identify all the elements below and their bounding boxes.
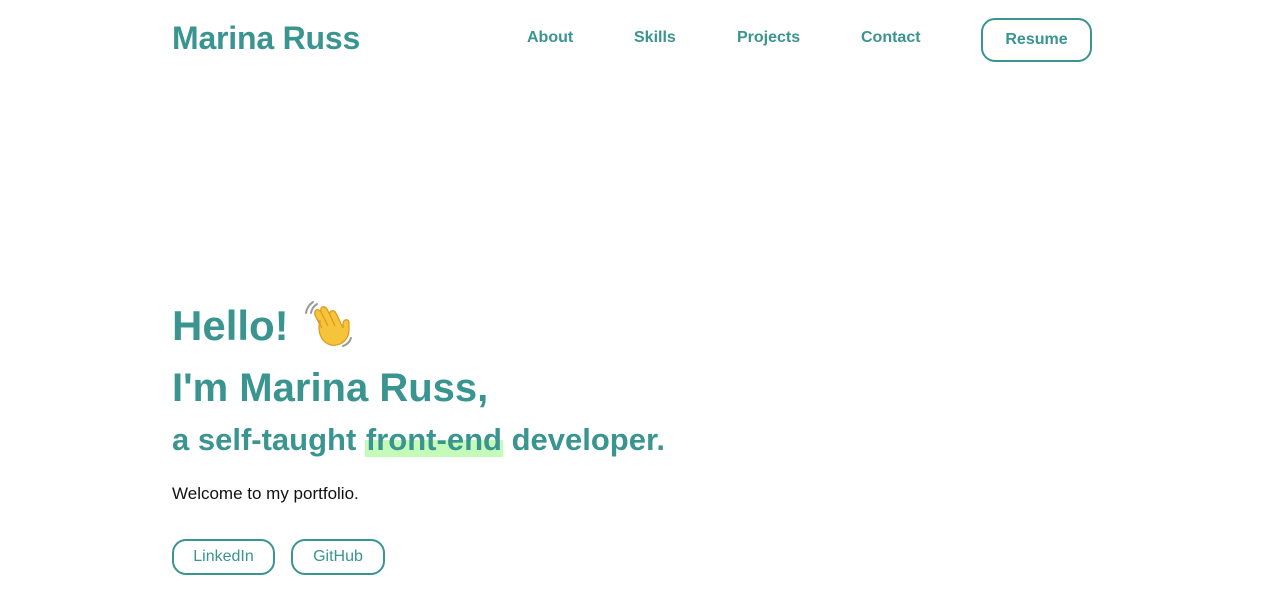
nav-link-about[interactable]: About xyxy=(527,29,573,47)
nav-link-projects[interactable]: Projects xyxy=(737,29,800,47)
tagline-suffix: developer. xyxy=(511,422,665,457)
hello-heading: Hello! xyxy=(172,300,355,352)
tagline-prefix: a self-taught xyxy=(172,422,357,457)
github-button[interactable]: GitHub xyxy=(291,539,385,575)
nav-link-contact[interactable]: Contact xyxy=(861,29,921,47)
intro-heading: I'm Marina Russ, xyxy=(172,366,489,410)
welcome-text: Welcome to my portfolio. xyxy=(172,484,359,503)
linkedin-button[interactable]: LinkedIn xyxy=(172,539,275,575)
tagline-highlight: front-end xyxy=(364,422,503,457)
nav-link-skills[interactable]: Skills xyxy=(634,29,676,47)
site-logo[interactable]: Marina Russ xyxy=(172,20,360,57)
resume-button[interactable]: Resume xyxy=(981,18,1092,62)
portfolio-page: Marina Russ About Skills Projects Contac… xyxy=(0,0,1275,595)
waving-hand-icon xyxy=(303,300,355,352)
tagline: a self-taught front-end developer. xyxy=(172,422,665,458)
hello-text: Hello! xyxy=(172,302,289,349)
